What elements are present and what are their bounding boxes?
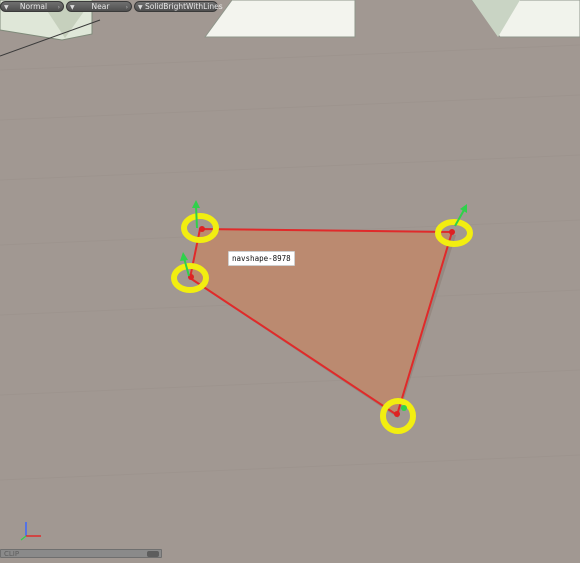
triangle-down-icon: ▼ — [70, 4, 75, 11]
axis-gizmo — [20, 522, 41, 541]
scenery-block-right-top — [204, 0, 356, 38]
clip-slider-handle[interactable] — [147, 551, 159, 557]
display-mode-dropdown[interactable]: ▼ Normal › — [0, 1, 64, 12]
shading-mode-label: SolidBrightWithLines — [145, 2, 223, 11]
clip-mode-label: Near — [91, 2, 110, 11]
triangle-down-icon: ▼ — [4, 4, 9, 11]
display-mode-label: Normal — [19, 2, 48, 11]
viewport-toolbar: ▼ Normal › ▼ Near › ▼ SolidBrightWithLin… — [0, 1, 223, 13]
clip-mode-dropdown[interactable]: ▼ Near › — [66, 1, 132, 12]
shape-label: navshape-8978 — [228, 251, 295, 266]
scene-canvas[interactable] — [0, 0, 580, 563]
chevron-right-icon: › — [57, 4, 60, 11]
3d-viewport[interactable]: ▼ Normal › ▼ Near › ▼ SolidBrightWithLin… — [0, 0, 580, 563]
chevron-right-icon: › — [125, 4, 128, 11]
shading-mode-dropdown[interactable]: ▼ SolidBrightWithLines — [134, 1, 223, 12]
clip-slider[interactable]: CLIP — [0, 549, 162, 558]
triangle-down-icon: ▼ — [138, 4, 143, 11]
clip-label: CLIP — [4, 550, 20, 558]
